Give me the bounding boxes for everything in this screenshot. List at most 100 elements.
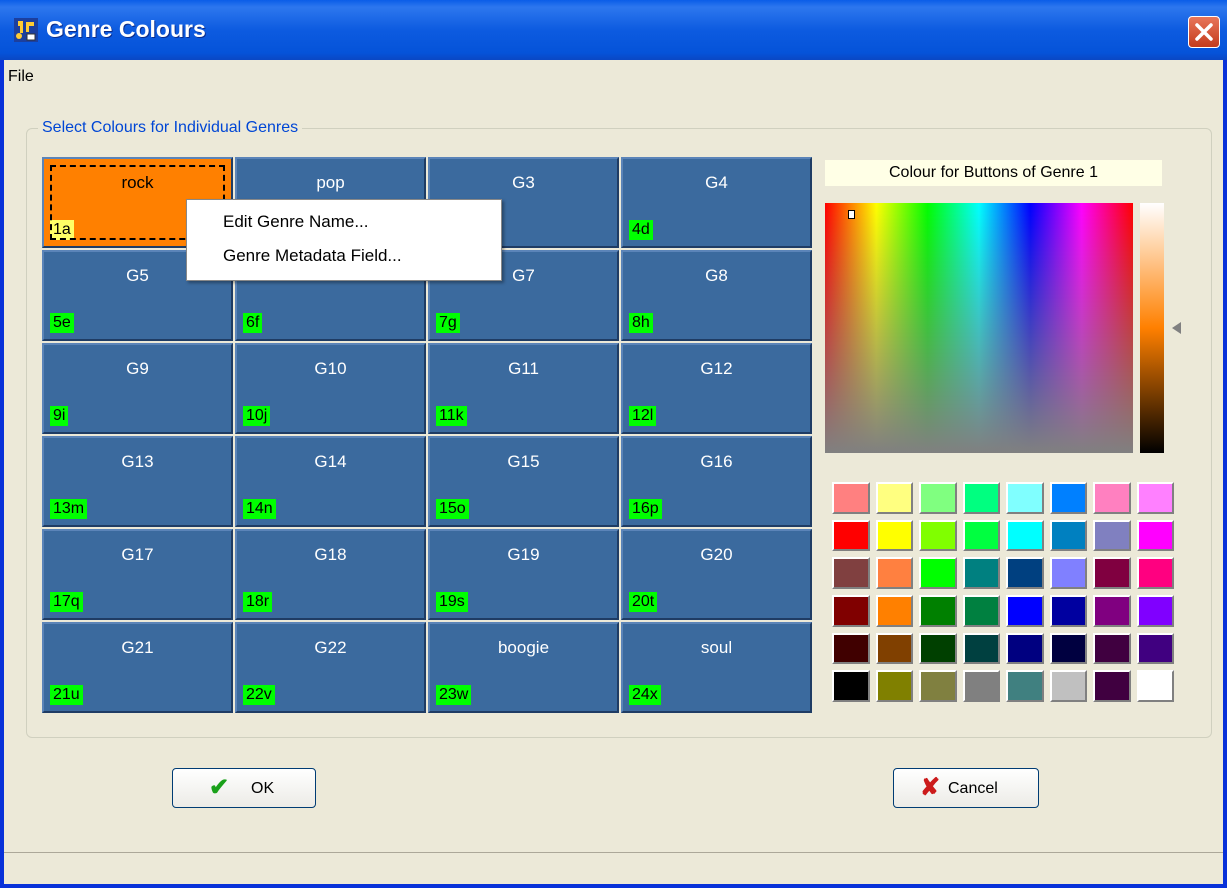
luminance-arrow-icon[interactable] — [1172, 322, 1181, 334]
spectrum-cursor[interactable] — [848, 210, 855, 219]
genre-button[interactable]: G12 12l — [621, 343, 812, 434]
genre-button[interactable]: G10 10j — [235, 343, 426, 434]
colour-swatch[interactable] — [832, 482, 870, 514]
colour-swatch[interactable] — [1049, 557, 1087, 589]
close-icon — [1195, 23, 1213, 41]
colour-swatch[interactable] — [962, 632, 1000, 665]
window-title: Genre Colours — [46, 16, 206, 42]
genre-name: G18 — [314, 545, 347, 564]
colour-swatch[interactable] — [875, 519, 913, 552]
colour-swatch[interactable] — [962, 519, 1000, 552]
menu-item-genre-metadata-field[interactable]: Genre Metadata Field... — [223, 246, 402, 266]
genre-name: G3 — [512, 173, 535, 192]
genre-name: G11 — [508, 359, 539, 378]
colour-swatch[interactable] — [832, 519, 870, 552]
title-bar[interactable]: Genre Colours — [0, 0, 1227, 60]
close-button[interactable] — [1188, 16, 1220, 48]
colour-swatch[interactable] — [1049, 670, 1087, 702]
colour-swatch[interactable] — [875, 482, 913, 514]
colour-swatch[interactable] — [832, 594, 870, 627]
colour-swatch[interactable] — [1136, 670, 1174, 702]
colour-swatch[interactable] — [1049, 482, 1087, 514]
genre-hotkey-badge: 19s — [436, 592, 468, 612]
colour-swatch[interactable] — [962, 594, 1000, 627]
colour-swatch[interactable] — [1093, 519, 1131, 552]
genre-button[interactable]: boogie 23w — [428, 622, 619, 713]
colour-swatch[interactable] — [1006, 519, 1044, 552]
luminance-slider[interactable] — [1140, 203, 1164, 453]
colour-picker-label: Colour for Buttons of Genre 1 — [825, 160, 1162, 186]
colour-swatch[interactable] — [962, 670, 1000, 702]
ok-button[interactable]: ✔ OK — [172, 768, 316, 808]
genre-button[interactable]: G19 19s — [428, 529, 619, 620]
colour-swatch[interactable] — [919, 519, 957, 552]
colour-swatch[interactable] — [919, 632, 957, 665]
menu-item-edit-genre-name[interactable]: Edit Genre Name... — [223, 212, 369, 232]
colour-swatch[interactable] — [1006, 482, 1044, 514]
genre-name: G9 — [126, 359, 149, 378]
colour-swatch[interactable] — [832, 670, 870, 702]
colour-swatch[interactable] — [1136, 482, 1174, 514]
checkmark-icon: ✔ — [209, 774, 230, 801]
genre-button[interactable]: G4 4d — [621, 157, 812, 248]
colour-swatch[interactable] — [962, 557, 1000, 589]
colour-swatch[interactable] — [1006, 670, 1044, 702]
genre-button[interactable]: G14 14n — [235, 436, 426, 527]
genre-button[interactable]: G8 8h — [621, 250, 812, 341]
colour-swatch[interactable] — [1049, 594, 1087, 627]
status-bar — [4, 852, 1223, 885]
colour-swatch[interactable] — [1049, 632, 1087, 665]
colour-swatch[interactable] — [1093, 482, 1131, 514]
colour-swatch[interactable] — [875, 594, 913, 627]
colour-swatch[interactable] — [1093, 670, 1131, 702]
ok-label: OK — [251, 780, 275, 797]
colour-swatch[interactable] — [1136, 557, 1174, 589]
genre-name: G8 — [705, 266, 728, 285]
colour-swatch[interactable] — [919, 594, 957, 627]
genre-button[interactable]: G18 18r — [235, 529, 426, 620]
app-icon — [14, 18, 38, 42]
genre-button[interactable]: G13 13m — [42, 436, 233, 527]
colour-swatch[interactable] — [875, 670, 913, 702]
colour-swatch[interactable] — [1049, 519, 1087, 552]
colour-swatch[interactable] — [962, 482, 1000, 514]
genre-button[interactable]: G21 21u — [42, 622, 233, 713]
genre-name: G4 — [705, 173, 728, 192]
colour-swatch[interactable] — [832, 632, 870, 665]
colour-swatch[interactable] — [919, 482, 957, 514]
genre-button[interactable]: G15 15o — [428, 436, 619, 527]
genre-hotkey-badge: 21u — [50, 685, 83, 705]
colour-swatch[interactable] — [1006, 594, 1044, 627]
genre-name: G17 — [121, 545, 154, 564]
colour-swatch[interactable] — [1136, 519, 1174, 552]
genre-button[interactable]: G11 11k — [428, 343, 619, 434]
colour-swatch[interactable] — [832, 557, 870, 589]
genre-hotkey-badge: 10j — [243, 406, 271, 426]
colour-swatch[interactable] — [1093, 557, 1131, 589]
cross-icon: ✘ — [920, 774, 941, 801]
genre-button[interactable]: G16 16p — [621, 436, 812, 527]
colour-swatch[interactable] — [875, 557, 913, 589]
menu-file[interactable]: File — [8, 68, 34, 86]
colour-swatch[interactable] — [1006, 632, 1044, 665]
cancel-button[interactable]: ✘ Cancel — [893, 768, 1039, 808]
genre-button[interactable]: G22 22v — [235, 622, 426, 713]
genre-button[interactable]: G20 20t — [621, 529, 812, 620]
colour-swatch[interactable] — [1136, 632, 1174, 665]
genre-hotkey-badge: 23w — [436, 685, 472, 705]
genre-name: G13 — [121, 452, 154, 471]
genre-button[interactable]: soul 24x — [621, 622, 812, 713]
genre-name: G15 — [507, 452, 540, 471]
colour-swatch[interactable] — [875, 632, 913, 665]
colour-swatch[interactable] — [1093, 632, 1131, 665]
colour-swatch[interactable] — [1006, 557, 1044, 589]
genre-name: G19 — [507, 545, 540, 564]
colour-spectrum[interactable] — [825, 203, 1133, 453]
colour-swatch[interactable] — [919, 670, 957, 702]
colour-swatch[interactable] — [1093, 594, 1131, 627]
genre-button[interactable]: G17 17q — [42, 529, 233, 620]
colour-swatch[interactable] — [919, 557, 957, 589]
colour-swatch[interactable] — [1136, 594, 1174, 627]
genre-button[interactable]: G9 9i — [42, 343, 233, 434]
genre-hotkey-badge: 22v — [243, 685, 275, 705]
